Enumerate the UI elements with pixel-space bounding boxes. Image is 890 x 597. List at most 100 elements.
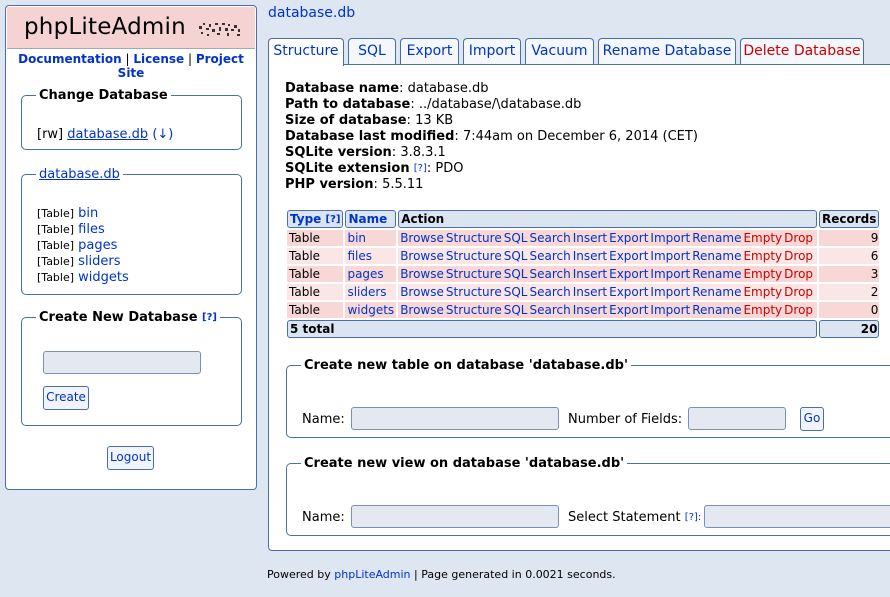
- sidebar-table-link-bin[interactable]: bin: [78, 206, 98, 221]
- action-drop-link[interactable]: Drop: [784, 249, 813, 263]
- action-browse-link[interactable]: Browse: [400, 303, 444, 317]
- table-name-label: Name:: [302, 412, 345, 427]
- action-structure-link[interactable]: Structure: [446, 267, 502, 281]
- action-insert-link[interactable]: Insert: [573, 231, 607, 245]
- table-row: Table files Browse Structure SQL Search Insert…: [287, 248, 880, 264]
- action-insert-link[interactable]: Insert: [573, 249, 607, 263]
- action-drop-link[interactable]: Drop: [784, 231, 813, 245]
- action-empty-link[interactable]: Empty: [743, 267, 782, 281]
- action-insert-link[interactable]: Insert: [573, 303, 607, 317]
- breadcrumb-database[interactable]: database.db: [268, 5, 355, 21]
- action-drop-link[interactable]: Drop: [784, 303, 813, 317]
- go-button[interactable]: Go: [800, 407, 824, 431]
- action-search-link[interactable]: Search: [529, 231, 570, 245]
- license-link[interactable]: License: [133, 52, 184, 66]
- view-name-input[interactable]: [351, 505, 559, 528]
- sidebar-table-link-sliders[interactable]: sliders: [78, 254, 120, 269]
- logout-button[interactable]: Logout: [107, 446, 154, 470]
- row-actions: Browse Structure SQL Search Insert Export Impo…: [398, 266, 818, 282]
- action-browse-link[interactable]: Browse: [400, 231, 444, 245]
- action-import-link[interactable]: Import: [650, 303, 690, 317]
- action-sql-link[interactable]: SQL: [504, 285, 528, 299]
- action-browse-link[interactable]: Browse: [400, 285, 444, 299]
- action-import-link[interactable]: Import: [650, 249, 690, 263]
- action-empty-link[interactable]: Empty: [743, 285, 782, 299]
- tab-rename-database[interactable]: Rename Database: [598, 38, 736, 65]
- action-structure-link[interactable]: Structure: [446, 231, 502, 245]
- action-export-link[interactable]: Export: [609, 285, 648, 299]
- logo-feather-icon: [199, 23, 240, 36]
- action-rename-link[interactable]: Rename: [692, 303, 741, 317]
- sidebar-table-item: [Table] widgets: [37, 270, 129, 285]
- table-name-link[interactable]: bin: [347, 231, 366, 245]
- table-name-link[interactable]: pages: [347, 267, 383, 281]
- action-drop-link[interactable]: Drop: [784, 285, 813, 299]
- action-sql-link[interactable]: SQL: [504, 303, 528, 317]
- row-name: bin: [345, 230, 397, 246]
- tables-table: Type [?] Name Action Records Table bin Bro…: [285, 208, 881, 340]
- action-drop-link[interactable]: Drop: [784, 267, 813, 281]
- action-sql-link[interactable]: SQL: [504, 249, 528, 263]
- action-search-link[interactable]: Search: [529, 267, 570, 281]
- select-statement-input[interactable]: [704, 505, 890, 528]
- table-name-input[interactable]: [351, 407, 559, 430]
- footer-phpliteadmin-link[interactable]: phpLiteAdmin: [334, 568, 410, 581]
- action-import-link[interactable]: Import: [650, 267, 690, 281]
- table-row: Table widgets Browse Structure SQL Search Inse…: [287, 302, 880, 318]
- action-search-link[interactable]: Search: [529, 249, 570, 263]
- action-structure-link[interactable]: Structure: [446, 285, 502, 299]
- action-export-link[interactable]: Export: [609, 231, 648, 245]
- table-name-link[interactable]: sliders: [347, 285, 386, 299]
- documentation-link[interactable]: Documentation: [18, 52, 122, 66]
- tab-vacuum[interactable]: Vacuum: [525, 38, 594, 65]
- tab-structure[interactable]: Structure: [268, 38, 344, 66]
- sidebar-table-link-files[interactable]: files: [78, 222, 105, 237]
- action-search-link[interactable]: Search: [529, 303, 570, 317]
- action-structure-link[interactable]: Structure: [446, 303, 502, 317]
- name-column-header[interactable]: Name: [345, 210, 397, 228]
- tab-export[interactable]: Export: [400, 38, 459, 65]
- action-empty-link[interactable]: Empty: [743, 231, 782, 245]
- action-insert-link[interactable]: Insert: [573, 267, 607, 281]
- action-insert-link[interactable]: Insert: [573, 285, 607, 299]
- database-link[interactable]: database.db: [67, 127, 148, 142]
- tab-import[interactable]: Import: [463, 38, 521, 65]
- table-name-link[interactable]: widgets: [347, 303, 394, 317]
- action-browse-link[interactable]: Browse: [400, 267, 444, 281]
- change-database-box: Change Database [rw] database.db (↓): [21, 88, 242, 150]
- table-name-link[interactable]: files: [347, 249, 372, 263]
- number-of-fields-input[interactable]: [688, 407, 786, 430]
- new-database-input[interactable]: [43, 351, 201, 374]
- action-export-link[interactable]: Export: [609, 249, 648, 263]
- table-total-row: 5 total 20: [287, 320, 880, 338]
- tab-sql[interactable]: SQL: [348, 38, 396, 65]
- sqlite-extension-help-link[interactable]: [?]: [414, 163, 427, 174]
- action-sql-link[interactable]: SQL: [504, 231, 528, 245]
- action-search-link[interactable]: Search: [529, 285, 570, 299]
- action-browse-link[interactable]: Browse: [400, 249, 444, 263]
- action-structure-link[interactable]: Structure: [446, 249, 502, 263]
- database-info: Database name: database.db Path to datab…: [285, 81, 698, 193]
- action-export-link[interactable]: Export: [609, 267, 648, 281]
- action-import-link[interactable]: Import: [650, 285, 690, 299]
- type-column-header[interactable]: Type [?]: [287, 210, 344, 228]
- create-db-help-link[interactable]: [?]: [202, 312, 217, 323]
- action-sql-link[interactable]: SQL: [504, 267, 528, 281]
- action-rename-link[interactable]: Rename: [692, 267, 741, 281]
- action-import-link[interactable]: Import: [650, 231, 690, 245]
- create-database-button[interactable]: Create: [43, 386, 89, 410]
- action-column-header: Action: [398, 210, 818, 228]
- download-arrow-icon[interactable]: (↓): [152, 127, 173, 142]
- info-row: Database name: database.db: [285, 81, 489, 96]
- action-rename-link[interactable]: Rename: [692, 231, 741, 245]
- sidebar-table-link-pages[interactable]: pages: [78, 238, 117, 253]
- action-empty-link[interactable]: Empty: [743, 303, 782, 317]
- action-export-link[interactable]: Export: [609, 303, 648, 317]
- action-rename-link[interactable]: Rename: [692, 249, 741, 263]
- select-statement-help-link[interactable]: [?]:: [685, 512, 701, 523]
- tab-delete-database[interactable]: Delete Database: [740, 38, 864, 65]
- action-empty-link[interactable]: Empty: [743, 249, 782, 263]
- action-rename-link[interactable]: Rename: [692, 285, 741, 299]
- current-database-legend[interactable]: database.db: [36, 167, 123, 182]
- sidebar-table-link-widgets[interactable]: widgets: [78, 270, 129, 285]
